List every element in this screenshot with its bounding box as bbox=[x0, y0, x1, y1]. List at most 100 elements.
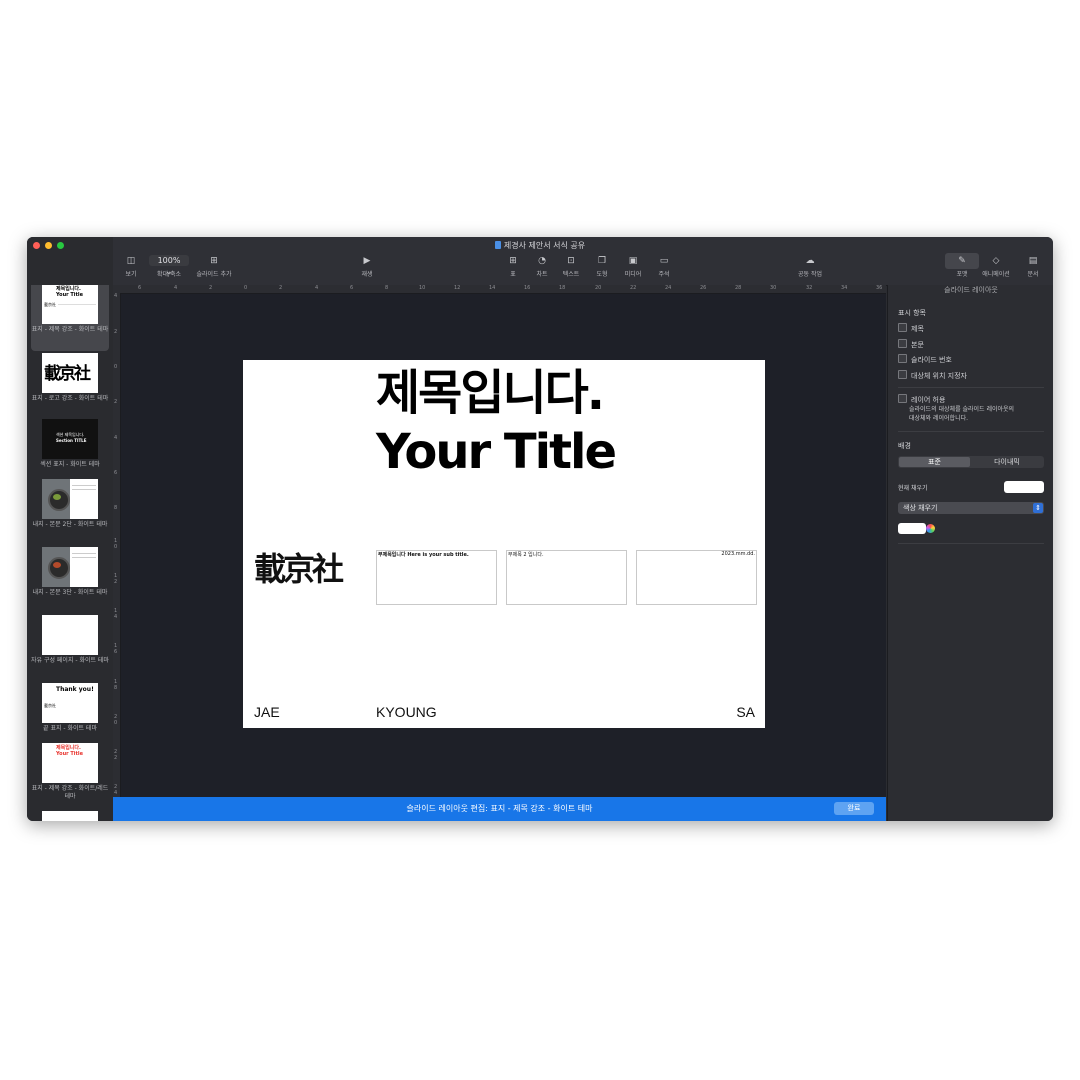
checkbox-box bbox=[898, 354, 907, 363]
color-well[interactable] bbox=[898, 523, 926, 534]
current-fill-swatch[interactable] bbox=[1004, 481, 1044, 493]
ruler-tick: 2 2 bbox=[114, 749, 118, 761]
ruler-tick: 1 4 bbox=[114, 608, 118, 620]
date-box[interactable]: 2023.mm.dd. bbox=[636, 550, 757, 605]
slide-layout-preview[interactable]: 제목입니다. Your Title 載京社 부제목입니다 Here is you… bbox=[243, 360, 765, 728]
ruler-tick: 0 bbox=[114, 364, 118, 370]
ruler-tick: 2 bbox=[209, 285, 213, 291]
ruler-tick: 1 8 bbox=[114, 679, 118, 691]
footer-right-text[interactable]: SA bbox=[736, 704, 755, 720]
ruler-tick: 28 bbox=[735, 285, 742, 291]
slide-thumbnail-8[interactable]: 제목입니다. Your Title 표지 - 제목 강조 - 화이트/레드 테마 bbox=[31, 743, 109, 801]
document-panel-icon: ▤ bbox=[1028, 256, 1038, 266]
shape-icon: ❐ bbox=[597, 256, 607, 266]
standard-segment[interactable]: 표준 bbox=[899, 457, 970, 467]
play-button[interactable]: ▶ 재생 bbox=[357, 255, 377, 278]
slide-thumbnail-7[interactable]: Thank you! 載京社 끝 표지 - 화이트 테마 bbox=[31, 683, 109, 733]
table-button[interactable]: ⊞ 표 bbox=[503, 255, 523, 278]
ruler-tick: 22 bbox=[630, 285, 637, 291]
ruler-tick: 1 0 bbox=[114, 538, 118, 550]
slide-thumbnail-4[interactable]: 내지 - 본문 2단 - 화이트 테마 bbox=[31, 479, 109, 529]
slide-number-checkbox[interactable]: 슬라이드 번호 bbox=[898, 354, 952, 365]
divider bbox=[898, 387, 1044, 388]
thumbnail-preview bbox=[42, 811, 98, 821]
window-title: 제경사 제안서 서식 공유 bbox=[27, 240, 1053, 251]
media-button[interactable]: ▣ 미디어 bbox=[621, 255, 645, 278]
format-button[interactable]: ✎ 포맷 bbox=[949, 255, 975, 278]
ruler-tick: 18 bbox=[559, 285, 566, 291]
document-button[interactable]: ▤ 문서 bbox=[1021, 255, 1045, 278]
slide-thumbnail-1[interactable]: 제목입니다. Your Title 載京社 표지 - 제목 강조 - 화이트 테… bbox=[31, 285, 109, 351]
fill-type-select[interactable]: 색상 채우기 ⇕ bbox=[898, 502, 1044, 514]
comment-icon: ▭ bbox=[659, 256, 669, 266]
background-mode-control: 표준 다이내믹 bbox=[898, 456, 1044, 468]
table-icon: ⊞ bbox=[509, 256, 517, 266]
play-icon: ▶ bbox=[363, 256, 371, 266]
slide-title[interactable]: 제목입니다. Your Title bbox=[376, 364, 617, 482]
footer-left-text[interactable]: JAE bbox=[254, 704, 280, 720]
zoom-control[interactable]: 100% ⌄ 확대/축소 bbox=[149, 255, 189, 278]
sidebar-icon: ◫ bbox=[126, 256, 136, 266]
checkbox-box bbox=[898, 394, 907, 403]
ruler-tick: 12 bbox=[454, 285, 461, 291]
ruler-tick: 36 bbox=[876, 285, 883, 291]
footer-middle-text[interactable]: KYOUNG bbox=[376, 704, 437, 720]
object-placeholder-checkbox[interactable]: 대상체 위치 지정자 bbox=[898, 370, 967, 381]
layout-edit-label: 슬라이드 레이아웃 편집: 표지 - 제목 강조 - 화이트 테마 bbox=[406, 804, 593, 813]
slide-thumbnail-5[interactable]: 내지 - 본문 3단 - 화이트 테마 bbox=[31, 547, 109, 597]
allow-layering-checkbox[interactable]: 레이어 허용 bbox=[898, 394, 945, 405]
slide-navigator: 제목입니다. Your Title 載京社 표지 - 제목 강조 - 화이트 테… bbox=[27, 285, 113, 821]
ruler-tick: 1 2 bbox=[114, 573, 118, 585]
add-slide-button[interactable]: ⊞ 슬라이드 추가 bbox=[191, 255, 237, 278]
subtitle-box-2[interactable]: 부제목 2 입니다. bbox=[506, 550, 627, 605]
animate-button[interactable]: ◇ 애니메이션 bbox=[979, 255, 1013, 278]
thumbnail-preview: 제목입니다. Your Title bbox=[42, 743, 98, 783]
shape-button[interactable]: ❐ 도형 bbox=[592, 255, 612, 278]
chart-button[interactable]: ◔ 차트 bbox=[532, 255, 552, 278]
current-fill-label: 현재 채우기 bbox=[898, 485, 928, 492]
ruler-tick: 2 0 bbox=[114, 714, 118, 726]
slide-logo[interactable]: 載京社 bbox=[254, 544, 344, 590]
diamond-icon: ◇ bbox=[992, 256, 1000, 266]
ruler-tick: 2 bbox=[114, 399, 118, 405]
ruler-tick: 10 bbox=[419, 285, 426, 291]
slide-thumbnail-2[interactable]: 載京社 표지 - 로고 강조 - 화이트 테마 bbox=[31, 353, 109, 403]
ruler-tick: 20 bbox=[595, 285, 602, 291]
comment-button[interactable]: ▭ 주석 bbox=[654, 255, 674, 278]
slide-thumbnail-9[interactable] bbox=[31, 811, 109, 821]
ruler-tick: 2 bbox=[114, 329, 118, 335]
collaborate-button[interactable]: ☁ 공동 작업 bbox=[793, 255, 827, 278]
collaborate-icon: ☁ bbox=[805, 256, 815, 266]
subtitle-box-1[interactable]: 부제목입니다 Here is your sub title. bbox=[376, 550, 497, 605]
dynamic-segment[interactable]: 다이내믹 bbox=[971, 457, 1043, 467]
text-box-icon: ⊡ bbox=[567, 256, 575, 266]
body-checkbox[interactable]: 본문 bbox=[898, 339, 924, 350]
ruler-tick: 14 bbox=[489, 285, 496, 291]
ruler-tick: 30 bbox=[770, 285, 777, 291]
title-checkbox[interactable]: 제목 bbox=[898, 323, 924, 334]
checkbox-box bbox=[898, 323, 907, 332]
color-wheel-icon[interactable] bbox=[926, 524, 935, 533]
allow-layering-description: 슬라이드의 대상체를 슬라이드 레이아웃의 대상체와 레이어합니다. bbox=[909, 406, 1015, 422]
toolbar: 제경사 제안서 서식 공유 ◫ 보기 100% ⌄ 확대/축소 ⊞ 슬라이드 추… bbox=[27, 237, 1053, 286]
document-icon bbox=[494, 241, 501, 249]
ruler-tick: 0 bbox=[244, 285, 248, 291]
ruler-tick: 4 bbox=[315, 285, 319, 291]
ruler-tick: 2 4 bbox=[114, 784, 118, 796]
ruler-tick: 16 bbox=[524, 285, 531, 291]
ruler-tick: 1 6 bbox=[114, 643, 118, 655]
slide-thumbnail-3[interactable]: 섹션 제목입니다. Section TITLE 섹션 표지 - 화이트 테마 bbox=[31, 419, 109, 469]
media-icon: ▣ bbox=[628, 256, 638, 266]
thumbnail-preview: 載京社 bbox=[42, 353, 98, 393]
ruler-tick: 8 bbox=[385, 285, 389, 291]
done-button[interactable]: 완료 bbox=[834, 802, 874, 815]
ruler-tick: 24 bbox=[665, 285, 672, 291]
chart-icon: ◔ bbox=[538, 256, 546, 266]
text-button[interactable]: ⊡ 텍스트 bbox=[559, 255, 583, 278]
view-button[interactable]: ◫ 보기 bbox=[121, 255, 141, 278]
zoom-select[interactable]: 100% ⌄ bbox=[149, 255, 189, 276]
ruler-tick: 26 bbox=[700, 285, 707, 291]
background-heading: 배경 bbox=[898, 442, 911, 450]
ruler-tick: 34 bbox=[841, 285, 848, 291]
slide-thumbnail-6[interactable]: 자유 구성 페이지 - 화이트 테마 bbox=[31, 615, 109, 665]
